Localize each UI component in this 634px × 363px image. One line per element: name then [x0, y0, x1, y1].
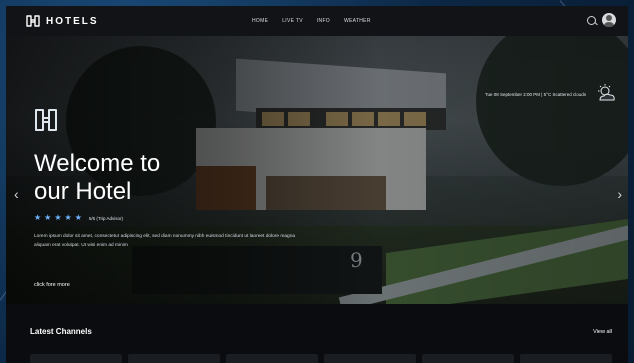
star-icon: ★ — [74, 213, 82, 222]
brand-logo[interactable]: HOTELS — [26, 15, 99, 27]
channel-card[interactable] — [324, 354, 416, 363]
top-bar: HOTELS HOME LIVE TV INFO WEATHER — [6, 6, 628, 36]
hotel-logo-icon — [35, 109, 57, 131]
app-screen: HOTELS HOME LIVE TV INFO WEATHER Tue 08 … — [6, 6, 628, 363]
hero-description: Lorem ipsum dolor sit amet, consectetur … — [34, 234, 296, 248]
star-icon: ★ — [64, 213, 72, 222]
header-actions — [587, 13, 616, 27]
channel-card[interactable] — [520, 354, 612, 363]
more-info-link[interactable]: click fore more — [34, 282, 70, 288]
chevron-left-icon[interactable]: ‹ — [14, 186, 19, 202]
channel-card[interactable] — [128, 354, 220, 363]
channel-card[interactable] — [226, 354, 318, 363]
nav-home[interactable]: HOME — [252, 18, 268, 24]
star-icon: ★ — [34, 213, 42, 222]
section-title: Latest Channels — [30, 327, 92, 336]
brand-name: HOTELS — [46, 15, 99, 27]
nav-weather[interactable]: WEATHER — [344, 18, 371, 24]
nav-live-tv[interactable]: LIVE TV — [282, 18, 303, 24]
star-icon: ★ — [54, 213, 62, 222]
hero-title-line: our Hotel — [34, 178, 132, 205]
rating: ★ ★ ★ ★ ★ 5/5 (Trip Advisor) — [34, 214, 123, 222]
star-icon: ★ — [44, 213, 52, 222]
view-all-link[interactable]: View all — [593, 329, 612, 335]
latest-channels-section: Latest Channels View all — [6, 304, 628, 363]
chevron-right-icon[interactable]: › — [617, 186, 622, 202]
weather-status: Tue 08 September 2:00 PM | 5°C Scattered… — [484, 92, 586, 97]
search-icon[interactable] — [587, 15, 596, 25]
avatar[interactable] — [602, 13, 616, 27]
rating-text: 5/5 (Trip Advisor) — [88, 215, 123, 221]
partly-cloudy-icon — [598, 84, 615, 101]
nav-info[interactable]: INFO — [317, 18, 330, 24]
channel-card[interactable] — [30, 354, 122, 363]
hotel-logo-icon — [26, 15, 40, 27]
main-nav: HOME LIVE TV INFO WEATHER — [252, 6, 371, 36]
hero-title-line: Welcome to — [34, 150, 161, 177]
hero-banner: 9 Tue 08 September 2:00 PM | 5°C Scatter… — [6, 36, 628, 304]
channel-card[interactable] — [422, 354, 514, 363]
hero-title: Welcome to our Hotel — [34, 150, 160, 206]
